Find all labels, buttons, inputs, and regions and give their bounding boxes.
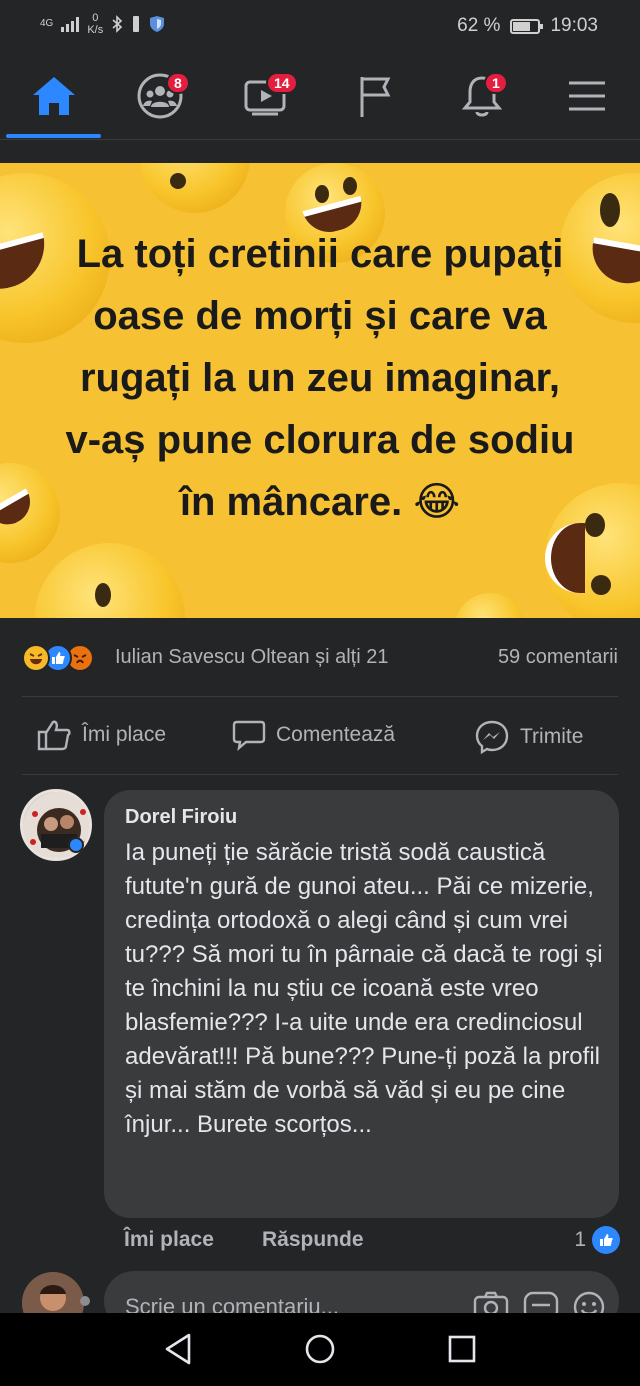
reaction-names: Iulian Savescu Oltean și alți 21: [115, 646, 389, 668]
comment-text: Ia puneți ție sărăcie tristă sodă causti…: [125, 839, 603, 1138]
bluetooth-icon: [112, 15, 123, 33]
shield-icon: [150, 16, 165, 32]
like-reaction-icon: [592, 1226, 620, 1254]
recents-button[interactable]: [446, 1333, 478, 1365]
online-dot: [80, 1296, 90, 1306]
comment-like-button[interactable]: Îmi place: [124, 1228, 214, 1252]
nav-groups[interactable]: 8: [130, 68, 190, 124]
laughing-emoji-decoration: [35, 543, 185, 618]
circle-icon: [305, 1334, 335, 1364]
nav-watch[interactable]: 14: [236, 68, 298, 124]
battery-percent: 62 %: [457, 15, 501, 36]
avatar-badge: [68, 837, 84, 853]
tears-of-joy-emoji: 😂: [413, 479, 461, 525]
thumbs-up-icon: [37, 720, 71, 751]
post-actions: Îmi place Comentează Trimite: [0, 697, 640, 773]
flag-icon: [360, 77, 391, 117]
comment-button[interactable]: Comentează: [232, 719, 395, 751]
laughing-emoji-decoration: [140, 163, 250, 213]
top-navigation: 8 14 1: [0, 56, 640, 140]
divider: [22, 774, 618, 775]
network-type: 4G: [40, 18, 54, 29]
home-system-button[interactable]: [304, 1333, 336, 1365]
back-icon: [165, 1333, 191, 1365]
like-button[interactable]: Îmi place: [36, 719, 166, 751]
groups-badge: 8: [166, 72, 190, 94]
nav-home[interactable]: [24, 68, 84, 124]
nav-notifications[interactable]: 1: [452, 68, 512, 124]
haha-reaction-icon: [22, 644, 50, 672]
vibrate-icon: [133, 16, 140, 32]
comments-count-link[interactable]: 59 comentarii: [498, 646, 618, 669]
reaction-icons: [22, 644, 94, 672]
comment-like-count[interactable]: 1: [574, 1226, 620, 1254]
post-image[interactable]: La toți cretinii care pupați oase de mor…: [0, 163, 640, 618]
system-navigation-bar: [0, 1313, 640, 1386]
reactions-summary[interactable]: Iulian Savescu Oltean și alți 21 59 come…: [0, 630, 640, 682]
comment-reply-button[interactable]: Răspunde: [262, 1228, 364, 1252]
laughing-emoji-decoration: [455, 593, 525, 618]
watch-badge: 14: [266, 72, 298, 94]
active-tab-indicator: [6, 134, 101, 138]
home-icon: [33, 77, 75, 115]
network-speed: 0 K/s: [87, 12, 104, 36]
signal-icon: [61, 16, 80, 32]
menu-icon: [569, 81, 605, 111]
comment-author[interactable]: Dorel Firoiu: [125, 806, 237, 829]
post-image-text: La toți cretinii care pupați oase de mor…: [65, 232, 575, 525]
back-button[interactable]: [162, 1333, 194, 1365]
comment-bubble: Dorel Firoiu Ia puneți ție sărăcie trist…: [104, 790, 619, 1218]
battery-icon: [510, 18, 544, 34]
notifications-badge: 1: [484, 72, 508, 94]
nav-pages[interactable]: [345, 68, 405, 124]
status-bar: 4G 0 K/s 62 % 19:03: [0, 0, 640, 56]
clock: 19:03: [550, 15, 598, 36]
laughing-emoji-decoration: [0, 463, 60, 563]
comment-icon: [232, 720, 266, 751]
share-button[interactable]: Trimite: [474, 719, 583, 755]
square-icon: [448, 1335, 476, 1363]
messenger-icon: [475, 720, 509, 755]
nav-menu[interactable]: [557, 68, 617, 124]
